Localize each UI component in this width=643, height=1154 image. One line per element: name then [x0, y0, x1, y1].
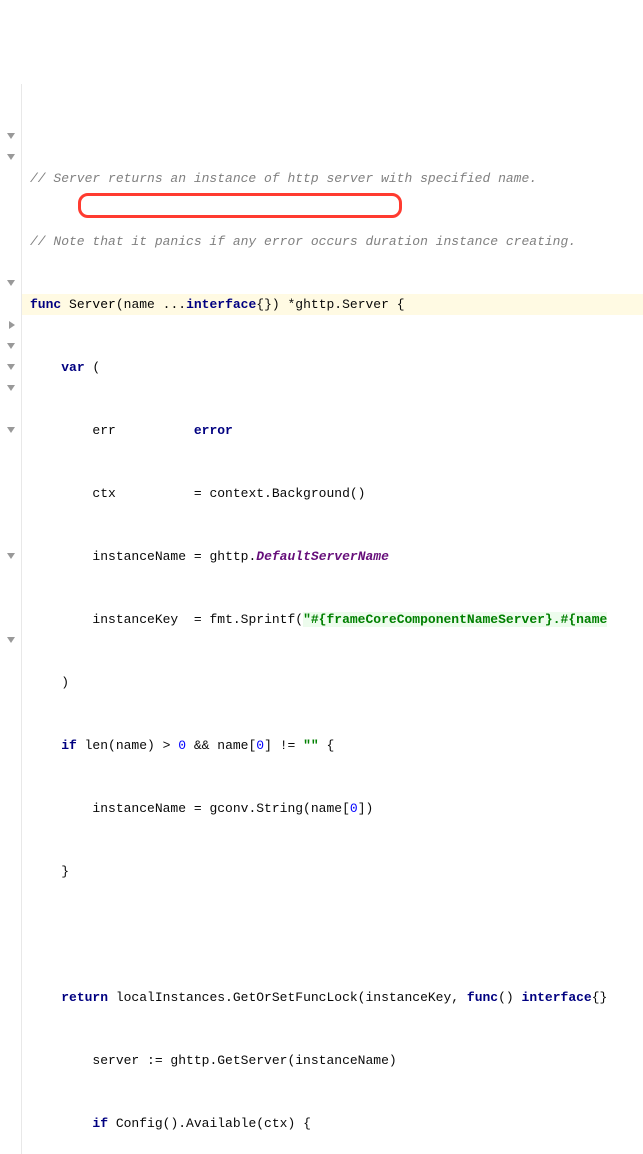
- fold-icon[interactable]: [6, 131, 16, 141]
- fold-icon[interactable]: [6, 341, 16, 351]
- keyword: if: [92, 1116, 108, 1131]
- code-line[interactable]: instanceName = ghttp.DefaultServerName: [22, 546, 643, 567]
- fold-icon[interactable]: [6, 362, 16, 372]
- code-line[interactable]: instanceName = gconv.String(name[0]): [22, 798, 643, 819]
- comment: // Server returns an instance of http se…: [30, 171, 537, 186]
- code-line[interactable]: err error: [22, 420, 643, 441]
- code-text: {}: [592, 990, 608, 1005]
- code-text: len(name) >: [77, 738, 178, 753]
- code-line[interactable]: server := ghttp.GetServer(instanceName): [22, 1050, 643, 1071]
- code-text: (name ...: [116, 297, 186, 312]
- keyword: if: [61, 738, 77, 753]
- code-line[interactable]: ): [22, 672, 643, 693]
- keyword: return: [61, 990, 108, 1005]
- var-name: instanceKey: [92, 612, 178, 627]
- code-line[interactable]: ctx = context.Background(): [22, 483, 643, 504]
- string: "": [303, 738, 319, 753]
- code-line[interactable]: }: [22, 861, 643, 882]
- gutter: [0, 84, 22, 1154]
- highlight-annotation: [78, 193, 402, 218]
- number: 0: [178, 738, 186, 753]
- code-text: {: [319, 738, 335, 753]
- code-text: (: [85, 360, 101, 375]
- code-line[interactable]: // Note that it panics if any error occu…: [22, 231, 643, 252]
- code-line[interactable]: func Server(name ...interface{}) *ghttp.…: [22, 294, 643, 315]
- code-line[interactable]: // Server returns an instance of http se…: [22, 168, 643, 189]
- keyword: func: [30, 297, 61, 312]
- code-text: ]): [358, 801, 374, 816]
- code-line[interactable]: [22, 924, 643, 945]
- code-text: ] !=: [264, 738, 303, 753]
- fold-icon[interactable]: [6, 278, 16, 288]
- code-text: ): [61, 675, 69, 690]
- fold-icon[interactable]: [6, 425, 16, 435]
- code-text: = context.Background(): [194, 486, 366, 501]
- code-line[interactable]: var (: [22, 357, 643, 378]
- string: "#{frameCoreComponentNameServer}.#{name: [303, 612, 607, 627]
- fold-icon[interactable]: [6, 635, 16, 645]
- keyword: interface: [186, 297, 256, 312]
- keyword: func: [467, 990, 498, 1005]
- code-text: }: [61, 864, 69, 879]
- code-text: (): [498, 990, 521, 1005]
- func-name: Server: [69, 297, 116, 312]
- fold-icon[interactable]: [6, 383, 16, 393]
- var-name: instanceName: [92, 549, 186, 564]
- code-text: server := ghttp.GetServer(instanceName): [92, 1053, 396, 1068]
- fold-icon[interactable]: [6, 551, 16, 561]
- fold-icon[interactable]: [6, 152, 16, 162]
- code-text: localInstances.GetOrSetFuncLock(instance…: [108, 990, 467, 1005]
- code-line[interactable]: instanceKey = fmt.Sprintf("#{frameCoreCo…: [22, 609, 643, 630]
- constant: DefaultServerName: [256, 549, 389, 564]
- code-text: Config().Available(ctx) {: [108, 1116, 311, 1131]
- code-line[interactable]: if len(name) > 0 && name[0] != "" {: [22, 735, 643, 756]
- comment: // Note that it panics if any error occu…: [30, 234, 576, 249]
- var-name: ctx: [92, 486, 115, 501]
- code-line[interactable]: return localInstances.GetOrSetFuncLock(i…: [22, 987, 643, 1008]
- var-name: err: [92, 423, 115, 438]
- code-text: = fmt.Sprintf(: [194, 612, 303, 627]
- code-text: = ghttp.: [194, 549, 256, 564]
- code-editor[interactable]: // Server returns an instance of http se…: [0, 84, 643, 1154]
- type: error: [194, 423, 233, 438]
- code-line[interactable]: if Config().Available(ctx) {: [22, 1113, 643, 1134]
- code-text: instanceName = gconv.String(name[: [92, 801, 349, 816]
- number: 0: [350, 801, 358, 816]
- number: 0: [256, 738, 264, 753]
- keyword: interface: [522, 990, 592, 1005]
- fold-icon[interactable]: [6, 320, 16, 330]
- code-text: {}) *ghttp.Server {: [256, 297, 404, 312]
- keyword: var: [61, 360, 84, 375]
- code-text: && name[: [186, 738, 256, 753]
